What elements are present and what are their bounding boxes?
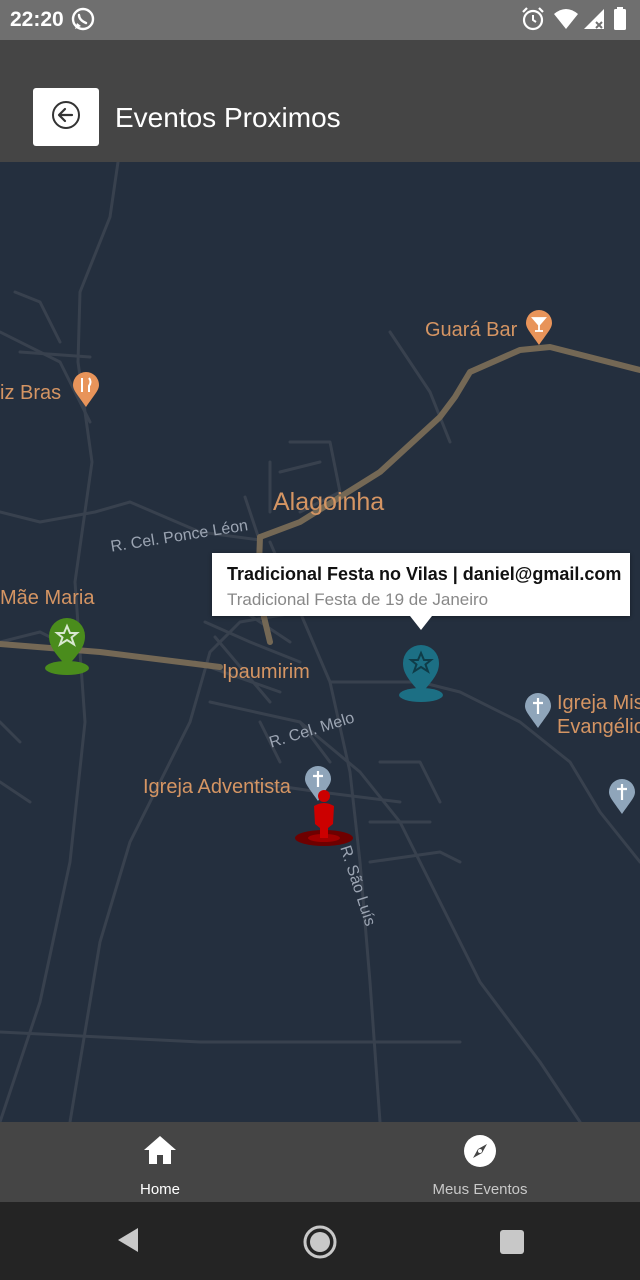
system-navigation-bar <box>0 1202 640 1280</box>
alarm-icon <box>521 6 545 37</box>
poi-label-igreja-mis-2: Evangélic <box>557 716 640 738</box>
marker-info-window[interactable]: Tradicional Festa no Vilas | daniel@gmai… <box>212 553 630 630</box>
status-time: 22:20 <box>10 8 64 31</box>
nav-label-home: Home <box>139 1181 180 1198</box>
battery-icon <box>613 6 627 37</box>
poi-label-guara-bar: Guará Bar <box>425 319 518 341</box>
church-pin-icon[interactable] <box>524 693 552 734</box>
user-location-icon <box>294 788 354 853</box>
app-bar: Eventos Proximos <box>0 40 640 162</box>
town-label-alagoinha: Alagoinha <box>273 488 385 516</box>
nav-item-meus-eventos[interactable]: Meus Eventos <box>320 1122 640 1202</box>
poi-label-igreja-mis-1: Igreja Mis <box>557 692 640 714</box>
info-window-snippet: Tradicional Festa de 19 de Janeiro <box>227 590 489 609</box>
recents-square-icon[interactable] <box>499 1229 525 1260</box>
map-roads <box>0 162 640 1122</box>
town-label-ipaumirim: Ipaumirim <box>222 661 310 683</box>
church-pin-icon[interactable] <box>608 779 636 820</box>
poi-label-igreja-adventista: Igreja Adventista <box>143 776 291 798</box>
nav-item-home[interactable]: Home <box>0 1122 320 1202</box>
back-arrow-icon <box>51 100 81 135</box>
poi-label-luiz-bras: iz Bras <box>0 382 62 404</box>
whatsapp-icon <box>70 6 96 37</box>
event-marker-green[interactable] <box>44 616 90 681</box>
poi-label-mae-maria: Mãe Maria <box>0 587 95 609</box>
info-window-tail <box>410 616 432 630</box>
back-triangle-icon[interactable] <box>114 1224 142 1261</box>
map-view[interactable]: Guará Bar iz Bras Alagoinha R. Cel. Ponc… <box>0 162 640 1122</box>
info-window-title: Tradicional Festa no Vilas | daniel@gmai… <box>227 564 622 584</box>
signal-icon <box>582 6 606 37</box>
compass-icon <box>463 1134 497 1173</box>
status-bar: 22:20 <box>0 0 640 40</box>
screen: 22:20 Eventos Proximos Guará Bar iz Bras… <box>0 0 640 1280</box>
wifi-icon <box>553 6 579 37</box>
page-title: Eventos Proximos <box>115 102 341 133</box>
nav-label-meus-eventos: Meus Eventos <box>432 1181 528 1198</box>
event-marker-teal[interactable] <box>398 643 444 708</box>
home-icon <box>143 1134 177 1171</box>
restaurant-pin-icon[interactable] <box>72 372 100 413</box>
bar-pin-icon[interactable] <box>525 310 553 351</box>
bottom-navigation: Home Meus Eventos <box>0 1122 640 1202</box>
home-circle-icon[interactable] <box>303 1225 337 1264</box>
back-button[interactable] <box>33 88 99 146</box>
